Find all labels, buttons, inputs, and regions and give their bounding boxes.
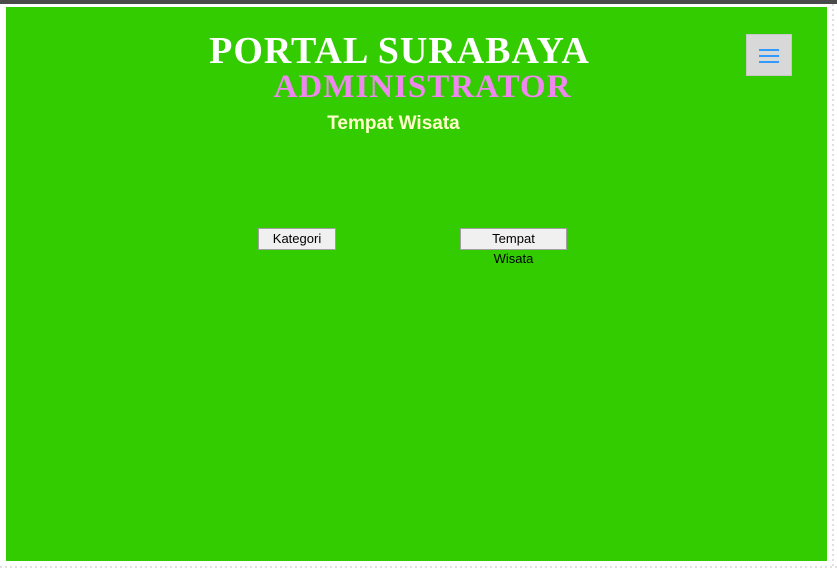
bottom-edge-divider [0,566,837,568]
admin-panel: PORTAL SURABAYA ADMINISTRATOR Tempat Wis… [6,7,827,561]
hamburger-menu-button[interactable] [746,34,792,76]
page-frame: PORTAL SURABAYA ADMINISTRATOR Tempat Wis… [0,0,837,572]
hamburger-menu-icon [759,49,779,63]
portal-title: PORTAL SURABAYA [209,30,590,72]
top-border [0,0,837,4]
section-heading: Tempat Wisata [327,113,460,134]
tempat-wisata-button[interactable]: Tempat Wisata [460,228,567,266]
administrator-subtitle: ADMINISTRATOR [273,69,572,105]
right-edge-divider [832,4,834,566]
kategori-button[interactable]: Kategori [258,228,336,250]
